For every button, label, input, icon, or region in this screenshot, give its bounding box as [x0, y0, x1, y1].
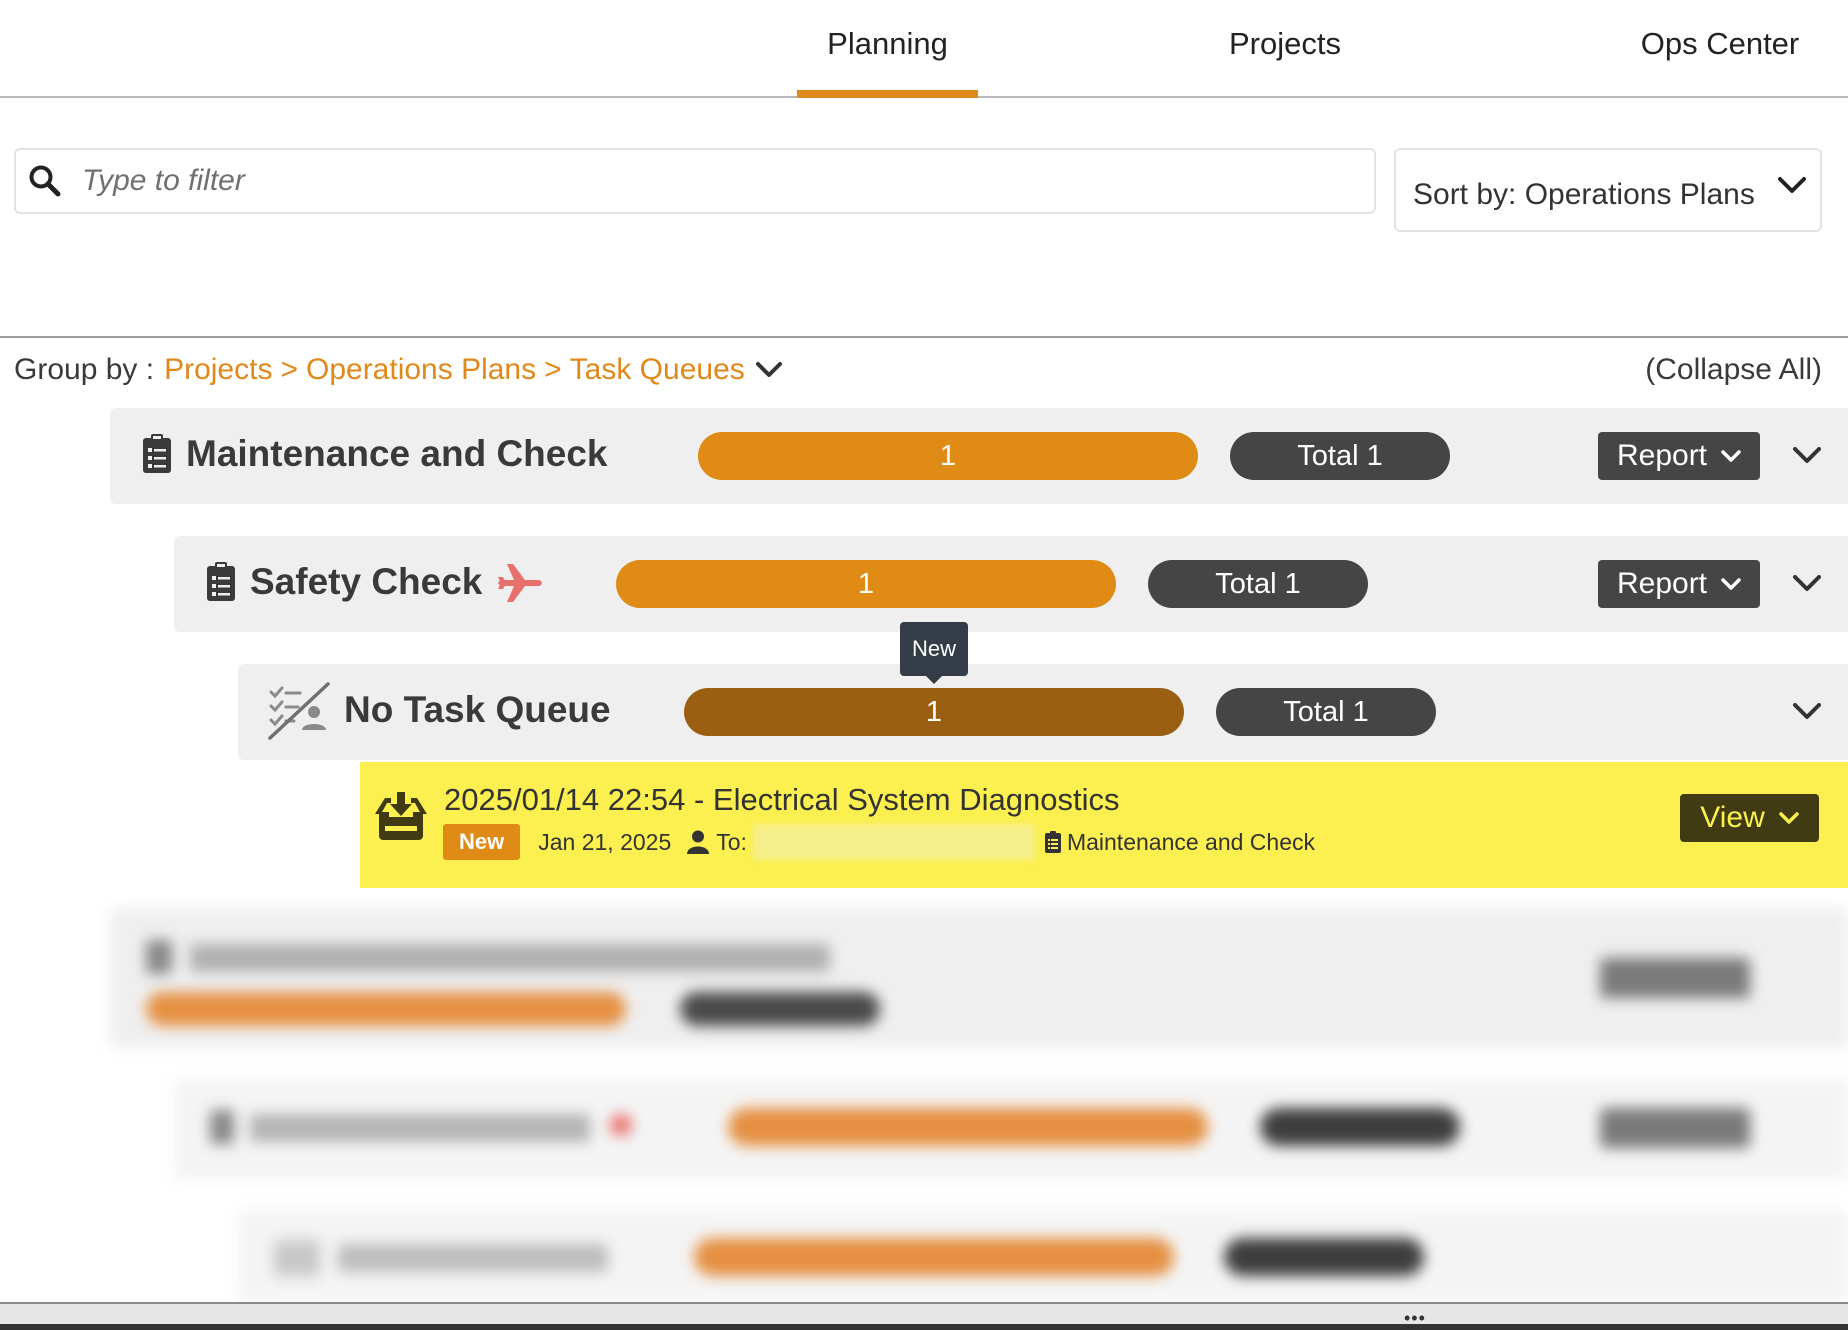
total-pill: Total 1	[1230, 432, 1450, 480]
status-tooltip: New	[900, 622, 968, 684]
total-pill: Total 1	[1216, 688, 1436, 736]
blurred-title	[338, 1244, 608, 1272]
inbox-download-icon	[375, 792, 427, 840]
assignee-label: To:	[716, 828, 747, 855]
report-button[interactable]: Report	[1598, 432, 1760, 480]
blurred-pill	[680, 992, 880, 1026]
sort-label: Sort by: Operations Plans	[1413, 178, 1755, 211]
blurred-icon	[146, 940, 172, 974]
tab-ops-center[interactable]: Ops Center	[1610, 0, 1830, 96]
count-bar[interactable]: 1	[698, 432, 1198, 480]
filter-box	[14, 148, 1376, 214]
task-meta: New Jan 21, 2025 To: Maintenance and Che…	[443, 824, 1315, 860]
blurred-bar	[146, 992, 626, 1026]
report-button-label: Report	[1616, 567, 1708, 600]
task-plan: Maintenance and Check	[1044, 828, 1316, 856]
tab-projects[interactable]: Projects	[1190, 0, 1380, 96]
filter-input[interactable]	[80, 155, 1324, 207]
chevron-down-icon	[755, 362, 782, 377]
group-by-separator: >	[544, 353, 562, 386]
group-row-safety-check[interactable]: Safety Check 1 Total 1 Report	[174, 536, 1848, 632]
chevron-down-icon	[1778, 177, 1806, 193]
group-by-operations-plans[interactable]: Operations Plans	[306, 353, 536, 387]
blurred-icon	[210, 1110, 234, 1144]
task-title: 2025/01/14 22:54 - Electrical System Dia…	[444, 782, 1120, 817]
bottom-shade	[0, 1324, 1848, 1330]
blurred-button	[1600, 958, 1750, 998]
view-button[interactable]: View	[1680, 794, 1819, 842]
blurred-title	[190, 944, 830, 972]
blurred-bar	[694, 1238, 1174, 1276]
top-nav: Planning Projects Ops Center	[0, 0, 1848, 98]
user-icon	[687, 830, 710, 854]
airplane-icon	[498, 564, 542, 602]
task-date: Jan 21, 2025	[538, 828, 672, 855]
blurred-group-row	[174, 1080, 1848, 1180]
group-title: Maintenance and Check	[186, 433, 608, 474]
search-icon	[29, 165, 61, 197]
group-title: No Task Queue	[344, 689, 611, 730]
collapse-all-link[interactable]: (Collapse All)	[1645, 350, 1822, 390]
blurred-button	[1600, 1108, 1750, 1148]
task-plan-label: Maintenance and Check	[1066, 828, 1316, 855]
status-badge: New	[443, 824, 521, 860]
blurred-bar	[728, 1108, 1208, 1146]
group-by-task-queues[interactable]: Task Queues	[570, 353, 745, 387]
clipboard-list-icon	[143, 434, 171, 473]
report-button-label: Report	[1616, 439, 1708, 472]
task-assignee: To:	[687, 829, 747, 856]
count-bar[interactable]: 1	[684, 688, 1184, 736]
chevron-down-icon	[1721, 578, 1741, 590]
group-row-no-task-queue[interactable]: No Task Queue 1 Total 1	[238, 664, 1848, 760]
tab-planning[interactable]: Planning	[797, 0, 978, 98]
view-button-label: View	[1700, 801, 1765, 834]
blurred-title	[250, 1114, 590, 1142]
task-row[interactable]: 2025/01/14 22:54 - Electrical System Dia…	[360, 762, 1848, 888]
blurred-group-row	[110, 908, 1848, 1048]
group-by-label: Group by :	[14, 353, 155, 386]
blurred-pill	[1224, 1238, 1424, 1276]
count-bar[interactable]: 1	[616, 560, 1116, 608]
blurred-group-row	[238, 1210, 1848, 1302]
total-pill: Total 1	[1148, 560, 1368, 608]
group-by-projects[interactable]: Projects	[164, 353, 272, 387]
no-task-queue-icon	[268, 682, 330, 740]
tab-projects-label: Projects	[1229, 26, 1341, 61]
group-by-bar: Group by : Projects > Operations Plans >…	[14, 350, 783, 390]
tab-ops-center-label: Ops Center	[1640, 26, 1800, 61]
bottom-scroll-bar: •••	[0, 1302, 1848, 1330]
group-row-maintenance-and-check[interactable]: Maintenance and Check 1 Total 1 Report	[110, 408, 1848, 504]
sort-dropdown[interactable]: Sort by: Operations Plans	[1394, 148, 1822, 232]
chevron-down-icon	[1778, 812, 1799, 824]
clipboard-list-icon	[207, 562, 235, 601]
chevron-down-icon	[1721, 450, 1741, 462]
blurred-icon	[274, 1240, 320, 1276]
group-by-separator: >	[280, 353, 298, 386]
chevron-down-icon[interactable]	[1792, 700, 1822, 722]
chevron-down-icon[interactable]	[1792, 444, 1822, 466]
section-divider	[0, 336, 1848, 338]
report-button[interactable]: Report	[1598, 560, 1760, 608]
tab-planning-label: Planning	[827, 26, 948, 61]
redacted-assignee	[752, 824, 1035, 860]
group-title: Safety Check	[250, 561, 483, 602]
blurred-badge	[610, 1114, 632, 1136]
group-by-dropdown[interactable]	[755, 360, 783, 380]
clipboard-list-icon	[1044, 831, 1061, 853]
chevron-down-icon[interactable]	[1792, 572, 1822, 594]
blurred-pill	[1260, 1108, 1460, 1146]
